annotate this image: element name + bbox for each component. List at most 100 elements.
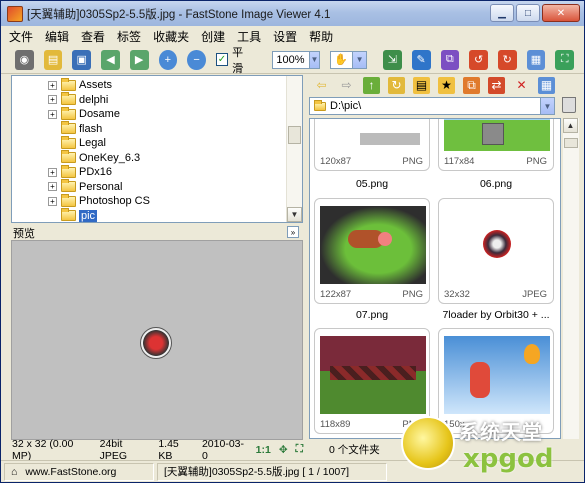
smooth-checkbox[interactable]: ✓: [215, 53, 229, 66]
thumbnail-card[interactable]: 122x87 PNG: [314, 198, 430, 304]
thumbnail-card[interactable]: 120x87 PNG: [314, 119, 430, 171]
prev-image-icon[interactable]: ◀: [101, 49, 120, 70]
thumbnail-filename: 07.png: [355, 309, 389, 321]
folder-icon: [61, 135, 76, 149]
tree-item[interactable]: Legal: [48, 135, 106, 150]
maximize-button[interactable]: □: [516, 4, 540, 22]
batch-icon[interactable]: ⧉: [440, 49, 460, 70]
thumbnail-filename: 06.png: [479, 178, 513, 190]
image-date: 2010-03-0: [201, 437, 244, 462]
fit-icon[interactable]: ✥: [279, 444, 288, 456]
image-filesize: 1.45 KB: [158, 437, 179, 462]
minimize-button[interactable]: ▁: [490, 4, 514, 22]
thumbnail-grid[interactable]: 120x87 PNG 05.png 117x84 PNG 06.png 122x…: [309, 118, 561, 439]
back-arrow-icon[interactable]: ⇦: [313, 77, 330, 94]
hand-icon: ✋: [334, 54, 349, 66]
tree-item[interactable]: + Personal: [48, 179, 123, 194]
menu-create[interactable]: 创建: [201, 28, 225, 45]
tree-item[interactable]: + Assets: [48, 77, 112, 92]
expand-toggle[interactable]: +: [48, 182, 57, 191]
zoom-select[interactable]: 100% ▼: [272, 50, 321, 69]
tree-item[interactable]: OneKey_6.3: [48, 150, 140, 165]
tree-item-label: Legal: [79, 137, 106, 149]
thumbnail-image: [320, 119, 426, 151]
folder-icon: [61, 179, 76, 192]
title-bar[interactable]: [天翼辅助]0305Sp2-5.5版.jpg - FastStone Image…: [1, 1, 584, 26]
smooth-toggle[interactable]: ✓ 平滑: [215, 44, 252, 76]
close-button[interactable]: ✕: [542, 4, 580, 22]
preview-image: [140, 327, 172, 359]
move-icon[interactable]: ⇄: [488, 76, 505, 94]
menu-favorites[interactable]: 收藏夹: [153, 28, 189, 45]
export-icon[interactable]: ⇲: [383, 49, 402, 70]
tree-item[interactable]: pic: [48, 208, 98, 223]
website-link[interactable]: www.FastStone.org: [25, 466, 116, 478]
folder-icon: [61, 193, 76, 207]
new-folder-icon[interactable]: ▤: [413, 76, 430, 94]
expand-toggle[interactable]: +: [48, 109, 57, 119]
chevron-down-icon[interactable]: ▼: [540, 98, 554, 114]
grid-view-icon[interactable]: ▦: [526, 49, 546, 70]
thumbnail-view-icon[interactable]: ▦: [538, 76, 555, 94]
thumbnail-dimensions: 117x84: [444, 156, 475, 167]
refresh-icon[interactable]: ↻: [388, 76, 405, 94]
menu-tools[interactable]: 工具: [237, 28, 261, 45]
rotate-left-icon[interactable]: ↺: [469, 49, 488, 70]
menu-view[interactable]: 查看: [81, 28, 105, 45]
website-cell[interactable]: ⌂ www.FastStone.org: [4, 462, 154, 481]
thumbnail-dimensions: 120x87: [320, 156, 352, 167]
thumbnail-scrollbar[interactable]: ▲: [563, 118, 579, 439]
tree-item-label: Personal: [79, 180, 123, 193]
menu-help[interactable]: 帮助: [309, 28, 333, 45]
main-toolbar: ◉ ▤ ▣ ◀ ▶ + − ✓ 平滑 100% ▼ ✋ ▼ ⇲ ✎ ⧉ ↺ ↻ …: [1, 44, 584, 76]
forward-arrow-icon[interactable]: ⇨: [338, 77, 355, 94]
thumbnail-format: PNG: [402, 289, 423, 300]
hand-tool-select[interactable]: ✋ ▼: [330, 50, 368, 69]
scroll-up-button[interactable]: ▲: [563, 118, 578, 133]
zoom-in-icon[interactable]: +: [158, 49, 178, 70]
ratio-button[interactable]: 1:1: [256, 444, 271, 456]
menu-settings[interactable]: 设置: [273, 28, 297, 45]
zoom-out-icon[interactable]: −: [187, 49, 206, 70]
folder-icon: [314, 99, 326, 111]
expand-toggle[interactable]: +: [48, 196, 57, 206]
scroll-down-button[interactable]: ▼: [287, 207, 302, 222]
folder-tree[interactable]: + Assets + delphi + Dosame flash Legal OneKey_6.…: [11, 75, 303, 223]
favorite-folder-icon[interactable]: ★: [438, 76, 455, 94]
tree-item[interactable]: + Dosame: [48, 106, 120, 121]
thumbnail-scroll-thumb[interactable]: [564, 138, 578, 148]
thumbnail-dimensions: 32x32: [444, 289, 470, 300]
tree-item[interactable]: flash: [48, 121, 102, 136]
menu-file[interactable]: 文件: [9, 28, 33, 45]
tree-item-label: PDx16: [79, 166, 113, 178]
edit-image-icon[interactable]: ✎: [411, 49, 431, 70]
tree-item[interactable]: + PDx16: [48, 164, 113, 179]
tree-item[interactable]: + delphi: [48, 92, 108, 107]
up-folder-icon[interactable]: ↑: [363, 76, 380, 94]
expand-toggle[interactable]: +: [48, 80, 57, 90]
expand-toggle[interactable]: +: [48, 95, 57, 104]
path-combobox[interactable]: D:\pic\ ▼: [309, 97, 555, 115]
next-image-icon[interactable]: ▶: [129, 49, 149, 70]
tree-scroll-thumb[interactable]: [288, 126, 301, 144]
menu-edit[interactable]: 编辑: [45, 28, 69, 45]
tree-item[interactable]: + Photoshop CS: [48, 193, 150, 208]
open-folder-icon[interactable]: ▤: [43, 49, 63, 70]
delete-icon[interactable]: ✕: [513, 77, 530, 94]
save-icon[interactable]: ▣: [72, 49, 92, 70]
expand-toggle[interactable]: +: [48, 167, 57, 177]
thumbnail-format: PNG: [526, 156, 547, 167]
trash-icon[interactable]: [562, 97, 576, 113]
fullscreen-icon[interactable]: ⛶: [555, 49, 575, 70]
folder-icon: [61, 208, 76, 221]
copy-icon[interactable]: ⧉: [463, 76, 480, 94]
thumbnail-card[interactable]: 117x84 PNG: [438, 119, 554, 171]
actual-size-icon[interactable]: ⛶: [296, 443, 303, 456]
menu-tags[interactable]: 标签: [117, 28, 141, 45]
rotate-right-icon[interactable]: ↻: [497, 49, 517, 70]
tree-scrollbar[interactable]: ▲ ▼: [286, 76, 302, 222]
collapse-preview-button[interactable]: »: [287, 226, 299, 238]
thumbnail-card[interactable]: 32x32 JPEG: [438, 198, 554, 304]
camera-icon[interactable]: ◉: [15, 49, 34, 70]
browser-toolbar: ⇦ ⇨ ↑ ↻ ▤ ★ ⧉ ⇄ ✕ ▦: [309, 75, 584, 95]
